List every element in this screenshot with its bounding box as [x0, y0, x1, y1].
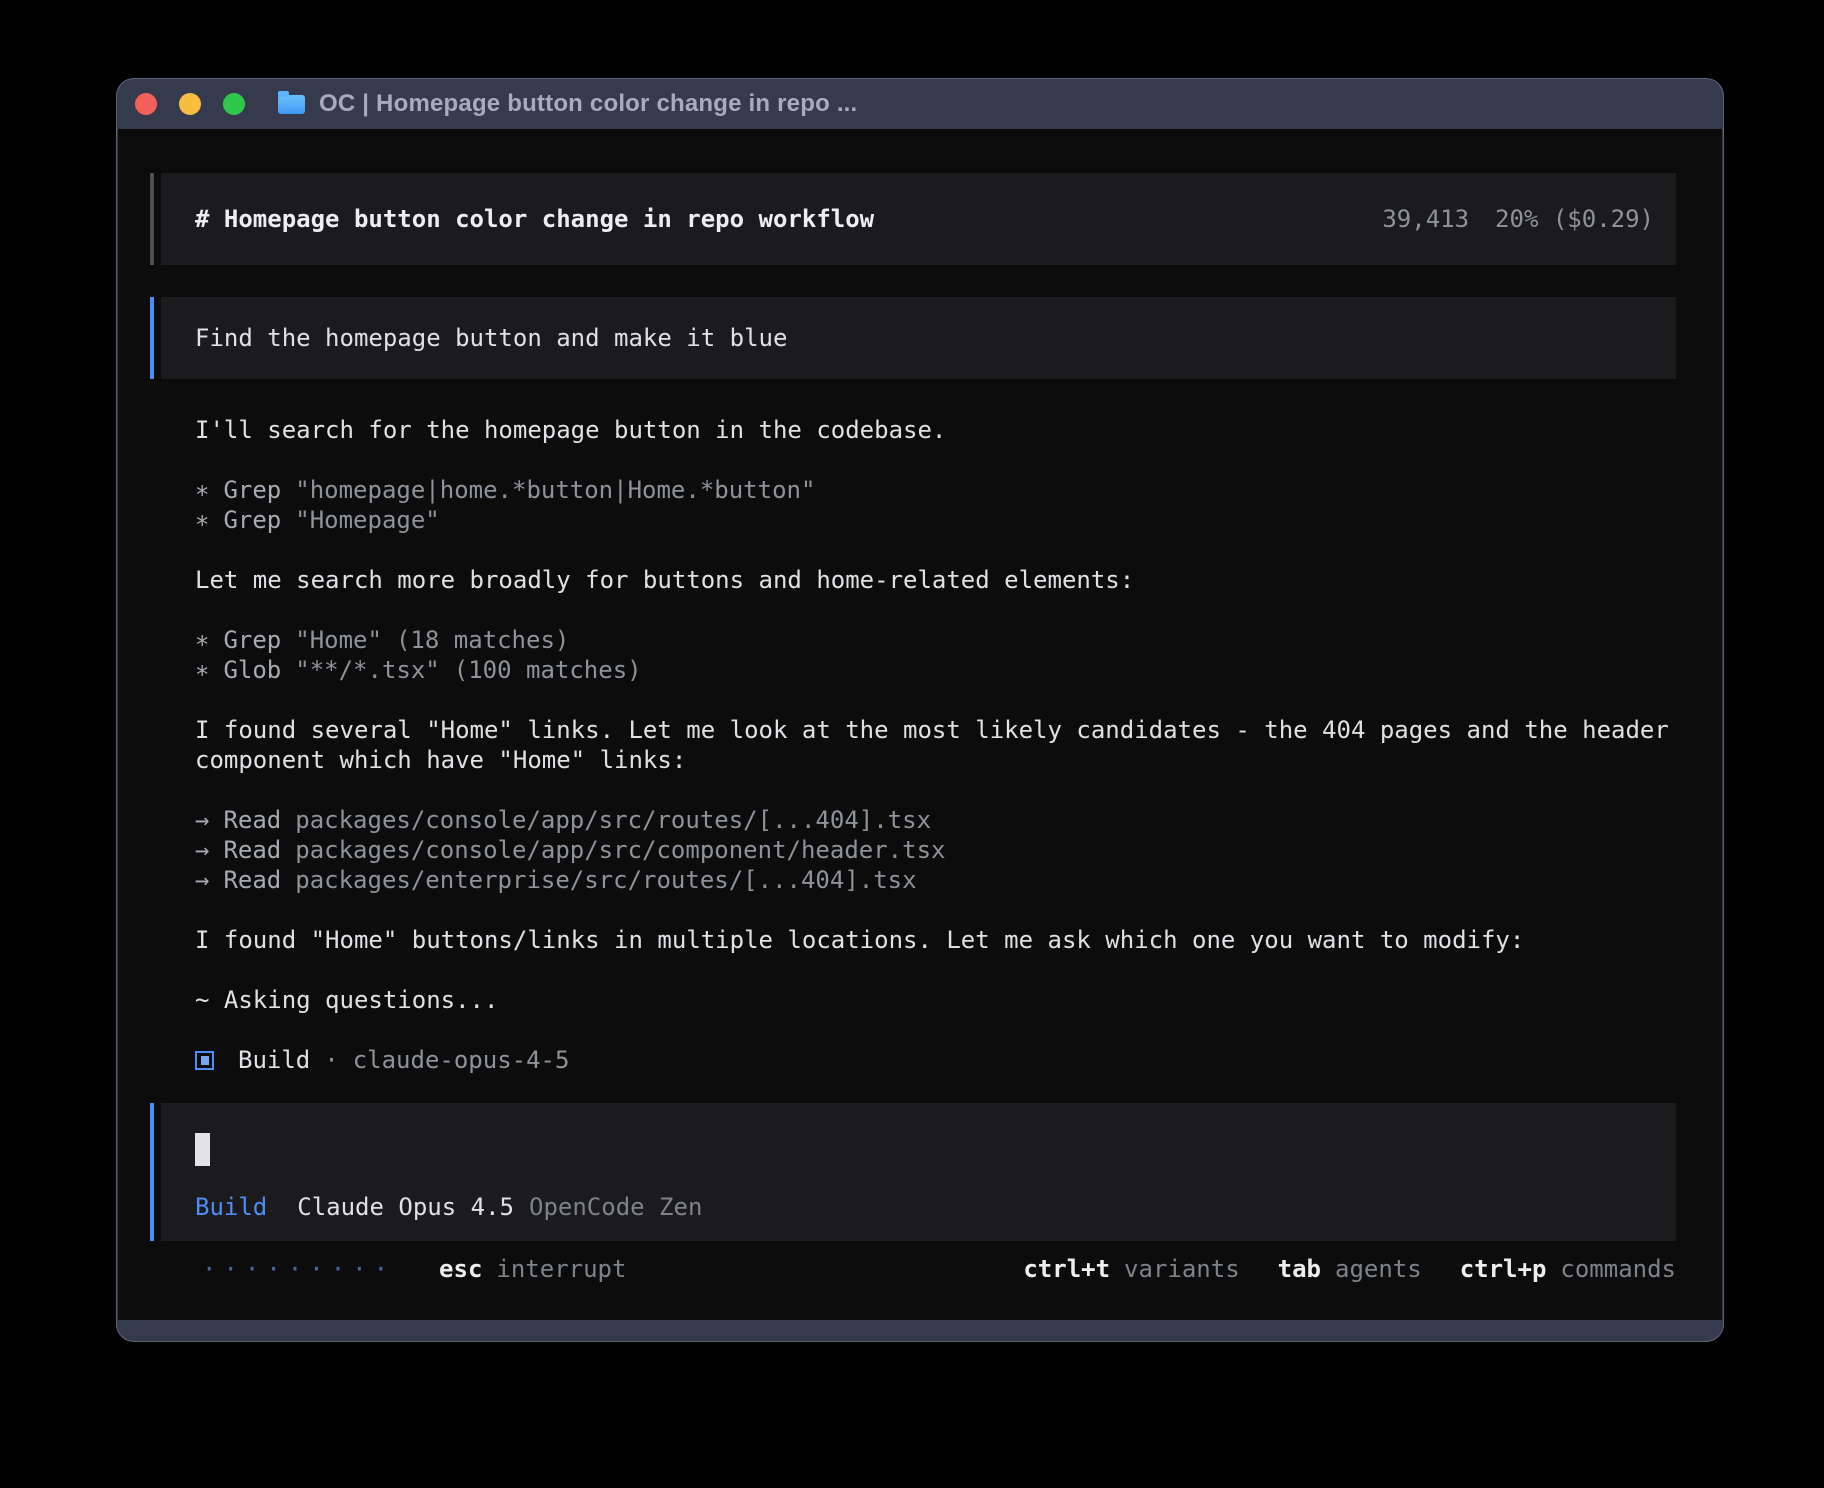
tool-name: Grep	[223, 475, 281, 505]
hint-variants: ctrl+t variants	[1023, 1254, 1239, 1284]
tool-name: Glob	[223, 655, 281, 685]
folder-icon	[278, 95, 305, 114]
assistant-text: I found "Home" buttons/links in multiple…	[150, 925, 1676, 955]
arrow-right-icon: →	[195, 805, 209, 835]
window-title: OC | Homepage button color change in rep…	[319, 90, 857, 118]
agent-badge: Build · claude-opus-4-5	[150, 1045, 1676, 1075]
window-controls	[135, 93, 245, 115]
provider-indicator: OpenCode Zen	[529, 1192, 702, 1222]
agent-separator: ·	[324, 1046, 338, 1074]
tool-name: Grep	[223, 625, 281, 655]
tool-call: ∗ Glob "**/*.tsx" (100 matches)	[150, 655, 1676, 685]
session-header-border	[150, 173, 154, 265]
spinner-dots: ·········	[202, 1254, 395, 1284]
input-footer: Build Claude Opus 4.5 OpenCode Zen	[195, 1192, 1654, 1222]
tool-result: (18 matches)	[396, 625, 569, 655]
close-button[interactable]	[135, 93, 157, 115]
terminal-window: OC | Homepage button color change in rep…	[116, 78, 1724, 1342]
hint-agents: tab agents	[1278, 1254, 1422, 1284]
hint-key: ctrl+t	[1023, 1254, 1110, 1284]
prompt-input[interactable]: Build Claude Opus 4.5 OpenCode Zen	[150, 1103, 1676, 1241]
tool-bullet-icon: ∗	[195, 655, 209, 685]
assistant-text: I found several "Home" links. Let me loo…	[150, 715, 1676, 775]
user-message-text: Find the homepage button and make it blu…	[161, 297, 1676, 379]
hint-commands: ctrl+p commands	[1460, 1254, 1676, 1284]
tool-args: "**/*.tsx"	[295, 655, 440, 685]
agent-square-icon	[195, 1051, 214, 1070]
user-message: Find the homepage button and make it blu…	[150, 297, 1676, 379]
tool-bullet-icon: ∗	[195, 505, 209, 535]
tool-call: → Read packages/console/app/src/componen…	[150, 835, 1676, 865]
tool-args: packages/console/app/src/component/heade…	[295, 835, 945, 865]
tool-args: "Homepage"	[295, 505, 440, 535]
arrow-right-icon: →	[195, 865, 209, 895]
session-stats: 39,413 20% ($0.29)	[1382, 204, 1654, 234]
tool-name: Read	[223, 805, 281, 835]
tool-args: packages/enterprise/src/routes/[...404].…	[295, 865, 916, 895]
terminal-screen: # Homepage button color change in repo w…	[118, 129, 1722, 1320]
titlebar: OC | Homepage button color change in rep…	[117, 79, 1723, 129]
hint-label: interrupt	[496, 1254, 626, 1284]
hint-label: commands	[1560, 1254, 1676, 1284]
tool-call-group: ∗ Grep "Home" (18 matches) ∗ Glob "**/*.…	[150, 625, 1676, 685]
hint-key: esc	[439, 1254, 482, 1284]
tool-call: ∗ Grep "Homepage"	[150, 505, 1676, 535]
user-message-border	[150, 297, 154, 379]
chat-content: # Homepage button color change in repo w…	[150, 129, 1676, 1284]
zoom-button[interactable]	[223, 93, 245, 115]
session-header: # Homepage button color change in repo w…	[150, 173, 1676, 265]
tool-args: "Home"	[295, 625, 382, 655]
assistant-text: Let me search more broadly for buttons a…	[150, 565, 1676, 595]
tool-call-group: ∗ Grep "homepage|home.*button|Home.*butt…	[150, 475, 1676, 535]
tool-call-group: → Read packages/console/app/src/routes/[…	[150, 805, 1676, 895]
input-border	[150, 1103, 154, 1241]
tool-bullet-icon: ∗	[195, 625, 209, 655]
hint-label: variants	[1124, 1254, 1240, 1284]
minimize-button[interactable]	[179, 93, 201, 115]
model-indicator[interactable]: Claude Opus 4.5	[297, 1192, 514, 1222]
tool-call: ∗ Grep "Home" (18 matches)	[150, 625, 1676, 655]
tool-args: "homepage|home.*button|Home.*button"	[295, 475, 815, 505]
hint-key: tab	[1278, 1254, 1321, 1284]
agent-model: claude-opus-4-5	[353, 1046, 570, 1074]
tool-call: → Read packages/enterprise/src/routes/[.…	[150, 865, 1676, 895]
tool-name: Read	[223, 865, 281, 895]
context-cost: 20% ($0.29)	[1495, 204, 1654, 234]
tool-args: packages/console/app/src/routes/[...404]…	[295, 805, 931, 835]
assistant-text: I'll search for the homepage button in t…	[150, 415, 1676, 445]
hint-key: ctrl+p	[1460, 1254, 1547, 1284]
mode-indicator[interactable]: Build	[195, 1192, 267, 1222]
token-count: 39,413	[1382, 204, 1469, 234]
status-bar: ········· esc interrupt ctrl+t variants …	[150, 1254, 1676, 1284]
text-cursor	[195, 1133, 210, 1166]
working-status: ~ Asking questions...	[150, 985, 1676, 1015]
tool-call: ∗ Grep "homepage|home.*button|Home.*butt…	[150, 475, 1676, 505]
tool-call: → Read packages/console/app/src/routes/[…	[150, 805, 1676, 835]
hint-interrupt: esc interrupt	[439, 1254, 626, 1284]
arrow-right-icon: →	[195, 835, 209, 865]
agent-name: Build	[238, 1046, 310, 1074]
tool-name: Read	[223, 835, 281, 865]
hint-label: agents	[1335, 1254, 1422, 1284]
tool-name: Grep	[223, 505, 281, 535]
tool-bullet-icon: ∗	[195, 475, 209, 505]
tool-result: (100 matches)	[454, 655, 642, 685]
session-title: # Homepage button color change in repo w…	[195, 204, 874, 234]
